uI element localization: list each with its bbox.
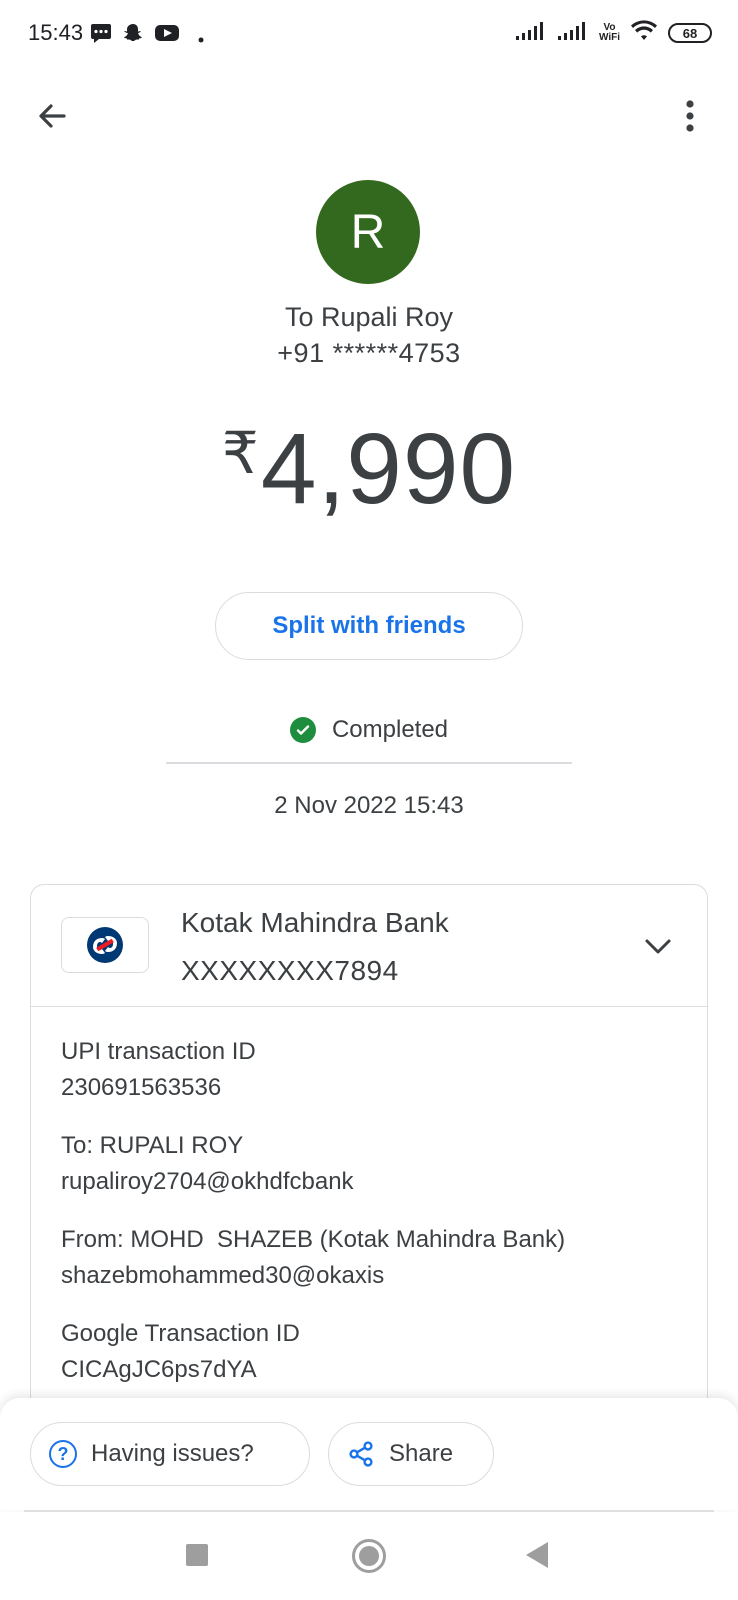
arrow-left-icon (39, 104, 66, 128)
kotak-logo-icon (61, 917, 149, 973)
payment-amount: ₹4,990 (0, 412, 738, 527)
status-right-group: Vo WiFi 68 (515, 18, 712, 48)
detail-label: UPI transaction ID (61, 1038, 256, 1065)
back-triangle-icon[interactable] (526, 1542, 548, 1568)
issues-label: Having issues? (91, 1440, 254, 1467)
detail-value[interactable]: 230691563536 (61, 1069, 687, 1107)
vowifi-bottom: WiFi (598, 32, 620, 43)
bank-name: Kotak Mahindra Bank (181, 907, 449, 938)
detail-label: Google Transaction ID (61, 1320, 300, 1347)
detail-value[interactable]: CICAgJC6ps7dYA (61, 1351, 687, 1389)
share-icon (349, 1441, 373, 1467)
snapchat-icon (122, 22, 144, 49)
signal-icon (557, 20, 589, 47)
google-transaction-id: Google Transaction ID CICAgJC6ps7dYA (61, 1317, 687, 1389)
split-button-label: Split with friends (272, 612, 466, 639)
battery-icon: 68 (668, 23, 712, 43)
signal-icon (515, 20, 547, 47)
status-bar: 15:43 Vo WiFi 68 (0, 0, 738, 68)
system-navigation-bar (0, 1512, 738, 1600)
message-icon (90, 22, 112, 49)
from-details: From: MOHD SHAZEB (Kotak Mahindra Bank) … (61, 1223, 687, 1295)
share-label: Share (389, 1440, 454, 1467)
more-options-button[interactable] (682, 98, 698, 138)
bank-account-header[interactable]: Kotak Mahindra Bank XXXXXXXX7894 (31, 885, 707, 1007)
youtube-icon (154, 22, 180, 49)
recents-square-icon[interactable] (186, 1544, 208, 1566)
detail-value[interactable]: rupaliroy2704@okhdfcbank (61, 1163, 687, 1201)
bank-account-number: XXXXXXXX7894 (181, 955, 399, 986)
avatar: R (316, 180, 420, 284)
check-circle-icon (289, 717, 316, 743)
home-circle-icon[interactable] (352, 1539, 386, 1573)
more-vert-icon (686, 100, 694, 132)
detail-value[interactable]: shazebmohammed30@okaxis (61, 1257, 687, 1295)
transaction-status: Completed (0, 716, 738, 744)
to-details: To: RUPALI ROY rupaliroy2704@okhdfcbank (61, 1129, 687, 1201)
back-button[interactable] (32, 96, 72, 136)
upi-transaction-id: UPI transaction ID 230691563536 (61, 1035, 687, 1107)
bottom-action-panel: ? Having issues? Share (0, 1398, 738, 1510)
currency-symbol: ₹ (221, 421, 259, 486)
chevron-down-icon[interactable] (641, 929, 675, 963)
help-icon: ? (49, 1440, 77, 1468)
share-button[interactable]: Share (328, 1422, 494, 1486)
dot-icon (198, 30, 204, 48)
recipient-name: To Rupali Roy (284, 302, 454, 332)
having-issues-button[interactable]: ? Having issues? (30, 1422, 310, 1486)
avatar-initial: R (350, 205, 386, 259)
split-with-friends-button[interactable]: Split with friends (215, 592, 523, 660)
status-label: Completed (331, 716, 449, 743)
vowifi-icon: Vo WiFi (599, 23, 620, 43)
transaction-details: UPI transaction ID 230691563536 To: RUPA… (61, 1035, 687, 1411)
detail-label: From: MOHD SHAZEB (Kotak Mahindra Bank) (61, 1226, 566, 1253)
transaction-datetime: 2 Nov 2022 15:43 (274, 792, 464, 819)
recipient-phone: +91 ******4753 (277, 338, 461, 368)
battery-level: 68 (682, 25, 698, 41)
divider (166, 762, 572, 764)
amount-value: 4,990 (260, 413, 517, 525)
detail-label: To: RUPALI ROY (61, 1132, 244, 1159)
wifi-icon (630, 19, 658, 47)
status-time: 15:43 (28, 20, 84, 45)
